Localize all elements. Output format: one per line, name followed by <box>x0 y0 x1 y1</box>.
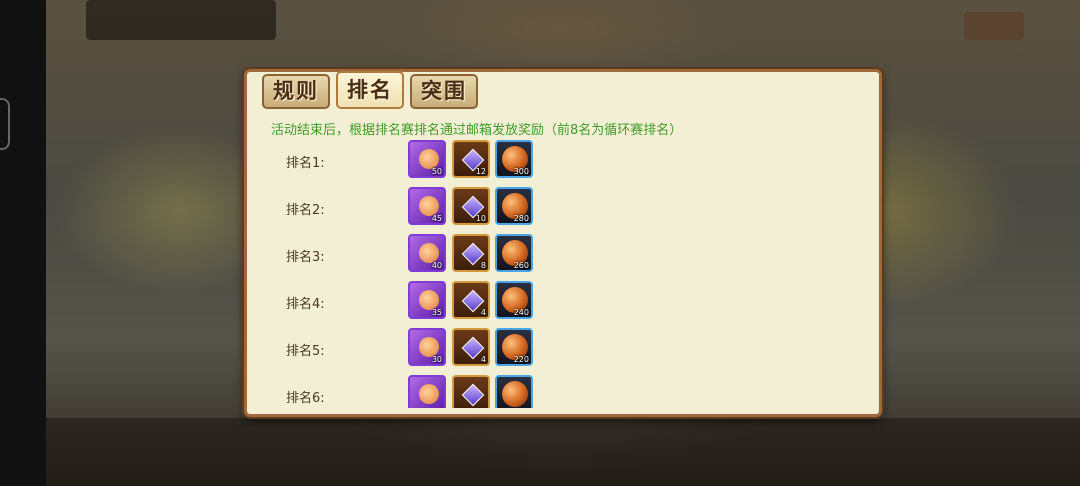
fire-orb-icon[interactable] <box>495 375 533 408</box>
treasure-chest-icon[interactable]: 4 <box>452 281 490 319</box>
reward-row: 排名3: 40 8 260 <box>270 234 870 276</box>
tab-breakout[interactable]: 突围 <box>410 74 478 109</box>
item-quantity: 10 <box>475 214 486 223</box>
hero-fragment-icon[interactable]: 45 <box>408 187 446 225</box>
hero-fragment-icon[interactable]: 40 <box>408 234 446 272</box>
item-quantity: 4 <box>480 355 486 364</box>
reward-notice: 活动结束后，根据排名赛排名通过邮箱发放奖励（前8名为循环赛排名） <box>271 123 683 138</box>
rank-label: 排名2: <box>286 203 325 218</box>
treasure-chest-icon[interactable]: 4 <box>452 328 490 366</box>
reward-list[interactable]: 排名1: 50 12 300 排名2: 45 10 280 排名3: 40 8 … <box>270 140 870 408</box>
reward-row: 排名4: 35 4 240 <box>270 281 870 323</box>
treasure-chest-icon[interactable]: 8 <box>452 234 490 272</box>
top-right-button[interactable] <box>964 12 1024 40</box>
reward-row: 排名2: 45 10 280 <box>270 187 870 229</box>
fire-orb-icon[interactable]: 260 <box>495 234 533 272</box>
rank-label: 排名4: <box>286 297 325 312</box>
treasure-chest-icon[interactable]: 12 <box>452 140 490 178</box>
tab-ranking[interactable]: 排名 <box>336 71 404 109</box>
reward-row: 排名1: 50 12 300 <box>270 140 870 182</box>
item-quantity: 260 <box>513 261 529 270</box>
item-quantity: 12 <box>475 167 486 176</box>
rank-label: 排名3: <box>286 250 325 265</box>
treasure-chest-icon[interactable]: 10 <box>452 187 490 225</box>
item-quantity: 40 <box>431 261 442 270</box>
fire-orb-icon[interactable]: 240 <box>495 281 533 319</box>
fire-orb-icon[interactable]: 220 <box>495 328 533 366</box>
item-quantity: 30 <box>431 355 442 364</box>
rank-label: 排名5: <box>286 344 325 359</box>
item-quantity: 35 <box>431 308 442 317</box>
fire-orb-icon[interactable]: 300 <box>495 140 533 178</box>
item-quantity: 240 <box>513 308 529 317</box>
bottom-menu-bar <box>46 418 1080 486</box>
item-quantity: 8 <box>480 261 486 270</box>
fire-orb-icon[interactable]: 280 <box>495 187 533 225</box>
reward-row: 排名5: 30 4 220 <box>270 328 870 370</box>
tab-bar: 规则 排名 突围 <box>262 71 478 109</box>
tab-rules[interactable]: 规则 <box>262 74 330 109</box>
item-quantity: 220 <box>513 355 529 364</box>
top-back-bar[interactable] <box>86 0 276 40</box>
item-quantity: 4 <box>480 308 486 317</box>
hero-fragment-icon[interactable]: 50 <box>408 140 446 178</box>
reward-row: 排名6: <box>270 375 870 408</box>
side-handle[interactable] <box>0 98 10 150</box>
screen-edge <box>0 0 46 486</box>
hero-fragment-icon[interactable] <box>408 375 446 408</box>
item-quantity: 280 <box>513 214 529 223</box>
item-quantity: 45 <box>431 214 442 223</box>
treasure-chest-icon[interactable] <box>452 375 490 408</box>
hero-fragment-icon[interactable]: 30 <box>408 328 446 366</box>
rank-label: 排名6: <box>286 391 325 406</box>
item-quantity: 50 <box>431 167 442 176</box>
item-quantity: 300 <box>513 167 529 176</box>
rank-label: 排名1: <box>286 156 325 171</box>
hero-fragment-icon[interactable]: 35 <box>408 281 446 319</box>
